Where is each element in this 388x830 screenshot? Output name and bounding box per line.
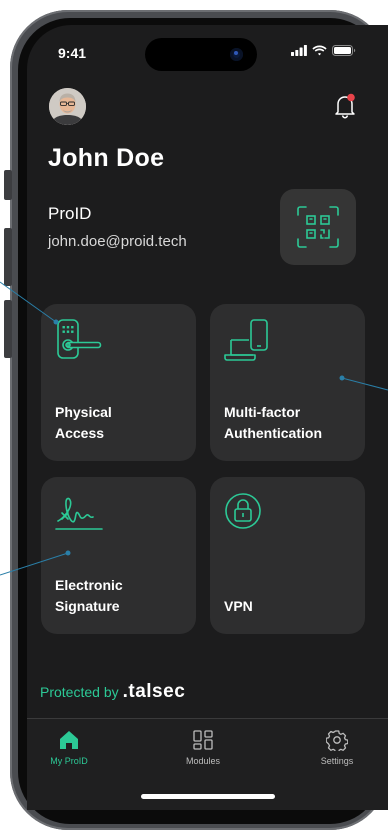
callout-lines (0, 281, 388, 576)
